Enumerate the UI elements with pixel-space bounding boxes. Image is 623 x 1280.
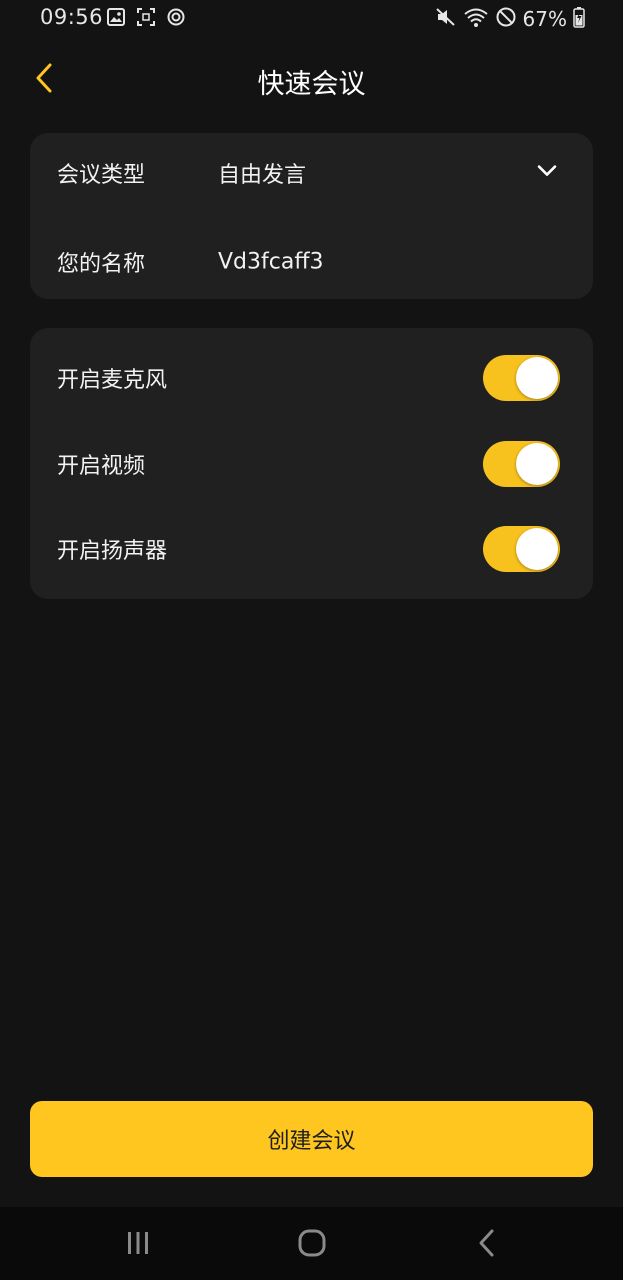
image-icon	[106, 7, 126, 31]
create-meeting-button[interactable]: 创建会议	[30, 1101, 593, 1177]
toggle-knob	[516, 357, 558, 399]
microphone-label: 开启麦克风	[57, 368, 168, 393]
system-nav-bar	[0, 1207, 623, 1280]
recents-button[interactable]	[118, 1227, 158, 1263]
speaker-label: 开启扬声器	[57, 539, 168, 564]
meeting-type-select[interactable]: 会议类型 自由发言	[30, 143, 593, 203]
battery-percent: 67%	[522, 7, 567, 31]
microphone-setting-row: 开启麦克风	[30, 348, 593, 408]
video-toggle[interactable]	[483, 441, 560, 487]
video-setting-row: 开启视频	[30, 434, 593, 494]
meeting-info-card: 会议类型 自由发言 您的名称 Vd3fcaff3	[30, 133, 593, 299]
back-icon	[476, 1228, 498, 1262]
system-back-button[interactable]	[467, 1227, 507, 1263]
do-not-disturb-icon	[495, 6, 517, 32]
status-notification-icons	[106, 7, 186, 31]
status-system-icons: 67%	[435, 6, 585, 32]
toggle-knob	[516, 528, 558, 570]
meeting-type-label: 会议类型	[57, 163, 146, 188]
status-bar: 09:56 67%	[0, 0, 623, 36]
meeting-type-value: 自由发言	[218, 163, 307, 188]
battery-icon	[573, 6, 585, 32]
app-header: 快速会议	[0, 48, 623, 112]
speaker-setting-row: 开启扬声器	[30, 519, 593, 579]
media-settings-card: 开启麦克风 开启视频 开启扬声器	[30, 328, 593, 599]
page-title: 快速会议	[257, 69, 366, 100]
wifi-icon	[463, 6, 489, 32]
mute-icon	[435, 6, 457, 32]
create-meeting-label: 创建会议	[267, 1129, 356, 1154]
speaker-toggle[interactable]	[483, 526, 560, 572]
toggle-knob	[516, 443, 558, 485]
recents-icon	[124, 1230, 152, 1260]
chevron-down-icon	[535, 159, 559, 183]
microphone-toggle[interactable]	[483, 355, 560, 401]
home-button[interactable]	[292, 1227, 332, 1263]
video-label: 开启视频	[57, 454, 146, 479]
sync-icon	[166, 7, 186, 31]
display-name-row: 您的名称 Vd3fcaff3	[30, 232, 593, 292]
status-time: 09:56	[40, 5, 104, 29]
display-name-field[interactable]: Vd3fcaff3	[218, 250, 324, 275]
display-name-label: 您的名称	[57, 252, 146, 277]
home-icon	[297, 1228, 327, 1262]
screenshot-icon	[136, 7, 156, 31]
